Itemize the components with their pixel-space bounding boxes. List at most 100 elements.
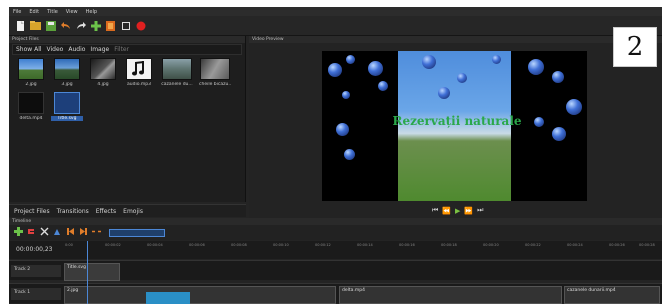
transition-clip[interactable] (146, 292, 190, 304)
tab-transitions[interactable]: Transitions (57, 208, 89, 215)
add-track-icon[interactable] (14, 227, 23, 238)
razor-icon[interactable] (40, 227, 49, 238)
timeline-track[interactable]: Track 1 2.jpg delta.mp4 cazanele dunarii… (9, 283, 662, 304)
step-number-badge: 2 (613, 27, 657, 67)
new-file-icon[interactable] (15, 20, 26, 31)
menu-title[interactable]: Title (47, 9, 58, 15)
ruler-label: 00:00:14 (357, 243, 373, 247)
filter-video[interactable]: Video (47, 46, 64, 53)
jump-end-icon[interactable]: ⏭ (477, 206, 483, 215)
main-toolbar (9, 16, 662, 36)
rewind-icon[interactable]: ⏪ (442, 207, 451, 215)
fast-forward-icon[interactable]: ⏩ (464, 207, 473, 215)
timeline-clip[interactable]: 2.jpg (64, 286, 336, 304)
undo-icon[interactable] (60, 20, 71, 31)
timeline-toolbar (9, 225, 662, 240)
project-files-panel: Project Files Show All Video Audio Image… (9, 36, 246, 202)
timeline-track[interactable]: Track 2 Title.svg (9, 260, 662, 281)
file-item[interactable]: cheile bicazu... (199, 58, 231, 87)
bubble (566, 99, 582, 115)
ruler-label: 00:00:02 (105, 243, 121, 247)
ruler-label: 00:00:04 (147, 243, 163, 247)
filter-image[interactable]: Image (90, 46, 109, 53)
fullscreen-icon[interactable] (120, 20, 131, 31)
video-frame[interactable]: Rezervații naturale (322, 51, 587, 201)
bubble (344, 149, 355, 160)
track-label: Track 2 (11, 265, 61, 277)
zoom-slider[interactable] (109, 228, 165, 237)
ruler-label: 00:00:18 (441, 243, 457, 247)
tab-effects[interactable]: Effects (96, 208, 116, 215)
file-name: cheile bicazu... (199, 82, 231, 87)
open-folder-icon[interactable] (30, 20, 41, 31)
ruler-label: 0:00 (65, 243, 73, 247)
timeline-ruler[interactable]: 00:00:00,23 0:00 00:00:02 00:00:04 00:00… (9, 241, 662, 259)
video-thumbnail (18, 92, 44, 114)
bubble (328, 63, 342, 77)
record-icon[interactable] (135, 20, 146, 31)
image-thumbnail (90, 58, 116, 80)
save-icon[interactable] (45, 20, 56, 31)
redo-icon[interactable] (75, 20, 86, 31)
ruler-label: 00:00:26 (609, 243, 625, 247)
file-item[interactable]: 3.jpg (51, 58, 83, 87)
video-thumbnail (200, 58, 230, 80)
file-name: 4.jpg (97, 82, 109, 87)
menu-help[interactable]: Help (86, 9, 97, 15)
bubble (492, 55, 501, 64)
video-preview-title: Video Preview (249, 36, 662, 43)
bubble (342, 91, 350, 99)
timeline-clip[interactable]: Title.svg (64, 263, 120, 281)
file-item[interactable]: 4.jpg (87, 58, 119, 87)
bubble (422, 55, 436, 69)
timeline-clip[interactable]: delta.mp4 (339, 286, 562, 304)
ruler-label: 00:00:08 (231, 243, 247, 247)
tab-emojis[interactable]: Emojis (123, 208, 143, 215)
play-icon[interactable]: ▶ (455, 207, 460, 215)
track-label: Track 1 (11, 288, 61, 300)
project-files-filter-bar: Show All Video Audio Image Filter (12, 44, 242, 55)
tab-project-files[interactable]: Project Files (14, 208, 50, 215)
ruler-label: 00:00:22 (525, 243, 541, 247)
filter-show-all[interactable]: Show All (16, 46, 42, 53)
title-thumbnail (54, 92, 80, 114)
file-name: delta.mp4 (19, 116, 43, 121)
file-name: 3.jpg (61, 82, 73, 87)
image-thumbnail (18, 58, 44, 80)
file-item[interactable]: 2.jpg (15, 58, 47, 87)
timeline-title: Timeline (9, 218, 662, 225)
timeline-clip[interactable]: cazanele dunarii.mp4 (564, 286, 660, 304)
file-item-selected[interactable]: Title.svg (51, 92, 83, 121)
project-files-title: Project Files (9, 36, 245, 43)
audio-file-icon (126, 58, 152, 80)
menu-view[interactable]: View (66, 9, 78, 15)
center-timeline-icon[interactable] (92, 227, 101, 238)
playhead[interactable] (87, 241, 88, 304)
file-item[interactable]: cazanele du... (161, 58, 193, 87)
file-item[interactable]: delta.mp4 (15, 92, 47, 121)
add-marker-icon[interactable] (53, 227, 62, 238)
bubble (368, 61, 383, 76)
playback-controls: ⏮ ⏪ ▶ ⏩ ⏭ (432, 206, 483, 215)
ruler-label: 00:00:24 (567, 243, 583, 247)
snap-icon[interactable] (27, 227, 36, 238)
file-item[interactable]: audio.mp3 (123, 58, 155, 87)
filter-audio[interactable]: Audio (68, 46, 85, 53)
menu-file[interactable]: File (13, 9, 21, 15)
filter-input[interactable]: Filter (114, 46, 129, 53)
export-icon[interactable] (105, 20, 116, 31)
next-marker-icon[interactable] (79, 227, 88, 238)
file-name: 2.jpg (25, 82, 37, 87)
bubble (552, 127, 566, 141)
add-icon[interactable] (90, 20, 101, 31)
ruler-label: 00:00:10 (273, 243, 289, 247)
menu-edit[interactable]: Edit (29, 9, 39, 15)
file-name: audio.mp3 (127, 82, 151, 87)
file-name: Title.svg (51, 116, 83, 121)
ruler-label: 00:00:28 (639, 243, 655, 247)
ruler-label: 00:00:12 (315, 243, 331, 247)
title-overlay-text: Rezervații naturale (392, 114, 522, 128)
jump-start-icon[interactable]: ⏮ (432, 206, 438, 215)
previous-marker-icon[interactable] (66, 227, 75, 238)
image-thumbnail (54, 58, 80, 80)
